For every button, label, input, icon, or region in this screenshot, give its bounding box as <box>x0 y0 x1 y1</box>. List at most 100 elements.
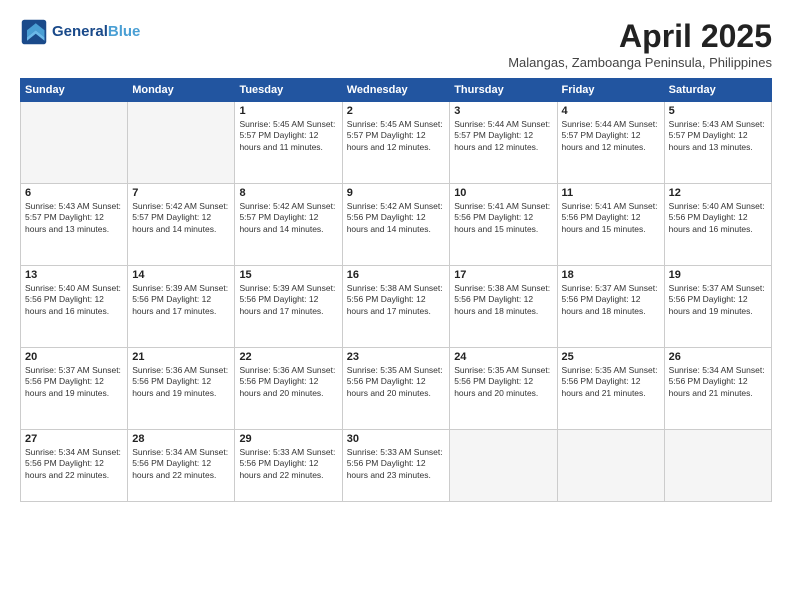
day-number: 28 <box>132 433 230 445</box>
day-info: Sunrise: 5:44 AM Sunset: 5:57 PM Dayligh… <box>562 119 660 153</box>
day-number: 24 <box>454 351 552 363</box>
day-info: Sunrise: 5:45 AM Sunset: 5:57 PM Dayligh… <box>347 119 445 153</box>
table-row <box>557 430 664 502</box>
table-row: 23 Sunrise: 5:35 AM Sunset: 5:56 PM Dayli… <box>342 348 449 430</box>
day-number: 10 <box>454 187 552 199</box>
day-number: 3 <box>454 105 552 117</box>
day-info: Sunrise: 5:33 AM Sunset: 5:56 PM Dayligh… <box>347 447 445 481</box>
day-info: Sunrise: 5:39 AM Sunset: 5:56 PM Dayligh… <box>239 283 337 317</box>
table-row: 7Sunrise: 5:42 AM Sunset: 5:57 PM Daylig… <box>128 184 235 266</box>
table-row: 6 Sunrise: 5:43 AM Sunset: 5:57 PM Daylig… <box>21 184 128 266</box>
day-info: Sunrise: 5:40 AM Sunset: 5:56 PM Dayligh… <box>25 283 123 317</box>
table-row: 20 Sunrise: 5:37 AM Sunset: 5:56 PM Dayli… <box>21 348 128 430</box>
table-row: 3 Sunrise: 5:44 AM Sunset: 5:57 PM Daylig… <box>450 102 557 184</box>
table-row <box>21 102 128 184</box>
day-info: Sunrise: 5:39 AM Sunset: 5:56 PM Dayligh… <box>132 283 230 317</box>
month-title: April 2025 <box>508 18 772 55</box>
table-row: 12 Sunrise: 5:40 AM Sunset: 5:56 PM Dayli… <box>664 184 771 266</box>
header: GeneralBlue April 2025 Malangas, Zamboan… <box>20 18 772 70</box>
table-row: 27 Sunrise: 5:34 AM Sunset: 5:56 PM Dayli… <box>21 430 128 502</box>
day-number: 8 <box>239 187 337 199</box>
logo-text: GeneralBlue <box>52 24 140 41</box>
col-monday: Monday <box>128 79 235 102</box>
day-info: Sunrise: 5:45 AM Sunset: 5:57 PM Dayligh… <box>239 119 337 153</box>
col-wednesday: Wednesday <box>342 79 449 102</box>
col-sunday: Sunday <box>21 79 128 102</box>
calendar-table: Sunday Monday Tuesday Wednesday Thursday… <box>20 78 772 502</box>
table-row: 29 Sunrise: 5:33 AM Sunset: 5:56 PM Dayli… <box>235 430 342 502</box>
table-row: 8 Sunrise: 5:42 AM Sunset: 5:57 PM Daylig… <box>235 184 342 266</box>
table-row: 13 Sunrise: 5:40 AM Sunset: 5:56 PM Dayli… <box>21 266 128 348</box>
day-number: 4 <box>562 105 660 117</box>
day-info: Sunrise: 5:34 AM Sunset: 5:56 PM Dayligh… <box>25 447 123 481</box>
table-row: 11 Sunrise: 5:41 AM Sunset: 5:56 PM Dayli… <box>557 184 664 266</box>
day-info: Sunrise: 5:33 AM Sunset: 5:56 PM Dayligh… <box>239 447 337 481</box>
day-number: 25 <box>562 351 660 363</box>
day-info: Sunrise: 5:35 AM Sunset: 5:56 PM Dayligh… <box>454 365 552 399</box>
day-info: Sunrise: 5:34 AM Sunset: 5:56 PM Dayligh… <box>132 447 230 481</box>
col-thursday: Thursday <box>450 79 557 102</box>
day-info: Sunrise: 5:38 AM Sunset: 5:56 PM Dayligh… <box>454 283 552 317</box>
table-row: 4 Sunrise: 5:44 AM Sunset: 5:57 PM Daylig… <box>557 102 664 184</box>
table-row <box>450 430 557 502</box>
page: GeneralBlue April 2025 Malangas, Zamboan… <box>0 0 792 612</box>
day-number: 19 <box>669 269 767 281</box>
day-number: 6 <box>25 187 123 199</box>
day-info: Sunrise: 5:38 AM Sunset: 5:56 PM Dayligh… <box>347 283 445 317</box>
day-number: 14 <box>132 269 230 281</box>
day-info: Sunrise: 5:40 AM Sunset: 5:56 PM Dayligh… <box>669 201 767 235</box>
day-info: Sunrise: 5:37 AM Sunset: 5:56 PM Dayligh… <box>25 365 123 399</box>
day-number: 5 <box>669 105 767 117</box>
day-info: Sunrise: 5:42 AM Sunset: 5:56 PM Dayligh… <box>347 201 445 235</box>
day-number: 29 <box>239 433 337 445</box>
day-number: 16 <box>347 269 445 281</box>
table-row: 1 Sunrise: 5:45 AM Sunset: 5:57 PM Daylig… <box>235 102 342 184</box>
day-number: 11 <box>562 187 660 199</box>
table-row: 16 Sunrise: 5:38 AM Sunset: 5:56 PM Dayli… <box>342 266 449 348</box>
logo: GeneralBlue <box>20 18 140 46</box>
day-number: 27 <box>25 433 123 445</box>
day-info: Sunrise: 5:42 AM Sunset: 5:57 PM Dayligh… <box>132 201 230 235</box>
table-row: 28 Sunrise: 5:34 AM Sunset: 5:56 PM Dayli… <box>128 430 235 502</box>
table-row: 22 Sunrise: 5:36 AM Sunset: 5:56 PM Dayli… <box>235 348 342 430</box>
day-number: 1 <box>239 105 337 117</box>
day-number: 21 <box>132 351 230 363</box>
title-block: April 2025 Malangas, Zamboanga Peninsula… <box>508 18 772 70</box>
day-number: 12 <box>669 187 767 199</box>
day-info: Sunrise: 5:36 AM Sunset: 5:56 PM Dayligh… <box>239 365 337 399</box>
table-row: 30Sunrise: 5:33 AM Sunset: 5:56 PM Dayli… <box>342 430 449 502</box>
day-info: Sunrise: 5:35 AM Sunset: 5:56 PM Dayligh… <box>562 365 660 399</box>
col-saturday: Saturday <box>664 79 771 102</box>
table-row: 26 Sunrise: 5:34 AM Sunset: 5:56 PM Dayli… <box>664 348 771 430</box>
table-row: 17 Sunrise: 5:38 AM Sunset: 5:56 PM Dayli… <box>450 266 557 348</box>
day-info: Sunrise: 5:37 AM Sunset: 5:56 PM Dayligh… <box>562 283 660 317</box>
day-number: 26 <box>669 351 767 363</box>
day-info: Sunrise: 5:36 AM Sunset: 5:56 PM Dayligh… <box>132 365 230 399</box>
table-row: 21 Sunrise: 5:36 AM Sunset: 5:56 PM Dayli… <box>128 348 235 430</box>
day-info: Sunrise: 5:43 AM Sunset: 5:57 PM Dayligh… <box>669 119 767 153</box>
calendar-header-row: Sunday Monday Tuesday Wednesday Thursday… <box>21 79 772 102</box>
day-number: 13 <box>25 269 123 281</box>
day-info: Sunrise: 5:44 AM Sunset: 5:57 PM Dayligh… <box>454 119 552 153</box>
table-row <box>664 430 771 502</box>
day-info: Sunrise: 5:41 AM Sunset: 5:56 PM Dayligh… <box>454 201 552 235</box>
table-row: 9 Sunrise: 5:42 AM Sunset: 5:56 PM Daylig… <box>342 184 449 266</box>
day-number: 20 <box>25 351 123 363</box>
day-number: 22 <box>239 351 337 363</box>
day-info: Sunrise: 5:35 AM Sunset: 5:56 PM Dayligh… <box>347 365 445 399</box>
table-row: 2 Sunrise: 5:45 AM Sunset: 5:57 PM Daylig… <box>342 102 449 184</box>
subtitle: Malangas, Zamboanga Peninsula, Philippin… <box>508 55 772 70</box>
table-row: 14 Sunrise: 5:39 AM Sunset: 5:56 PM Dayli… <box>128 266 235 348</box>
day-info: Sunrise: 5:34 AM Sunset: 5:56 PM Dayligh… <box>669 365 767 399</box>
day-number: 18 <box>562 269 660 281</box>
day-number: 23 <box>347 351 445 363</box>
day-number: 2 <box>347 105 445 117</box>
day-info: Sunrise: 5:37 AM Sunset: 5:56 PM Dayligh… <box>669 283 767 317</box>
day-info: Sunrise: 5:41 AM Sunset: 5:56 PM Dayligh… <box>562 201 660 235</box>
day-info: Sunrise: 5:42 AM Sunset: 5:57 PM Dayligh… <box>239 201 337 235</box>
table-row: 25 Sunrise: 5:35 AM Sunset: 5:56 PM Dayli… <box>557 348 664 430</box>
day-number: 9 <box>347 187 445 199</box>
table-row: 10 Sunrise: 5:41 AM Sunset: 5:56 PM Dayli… <box>450 184 557 266</box>
day-info: Sunrise: 5:43 AM Sunset: 5:57 PM Dayligh… <box>25 201 123 235</box>
day-number: 17 <box>454 269 552 281</box>
